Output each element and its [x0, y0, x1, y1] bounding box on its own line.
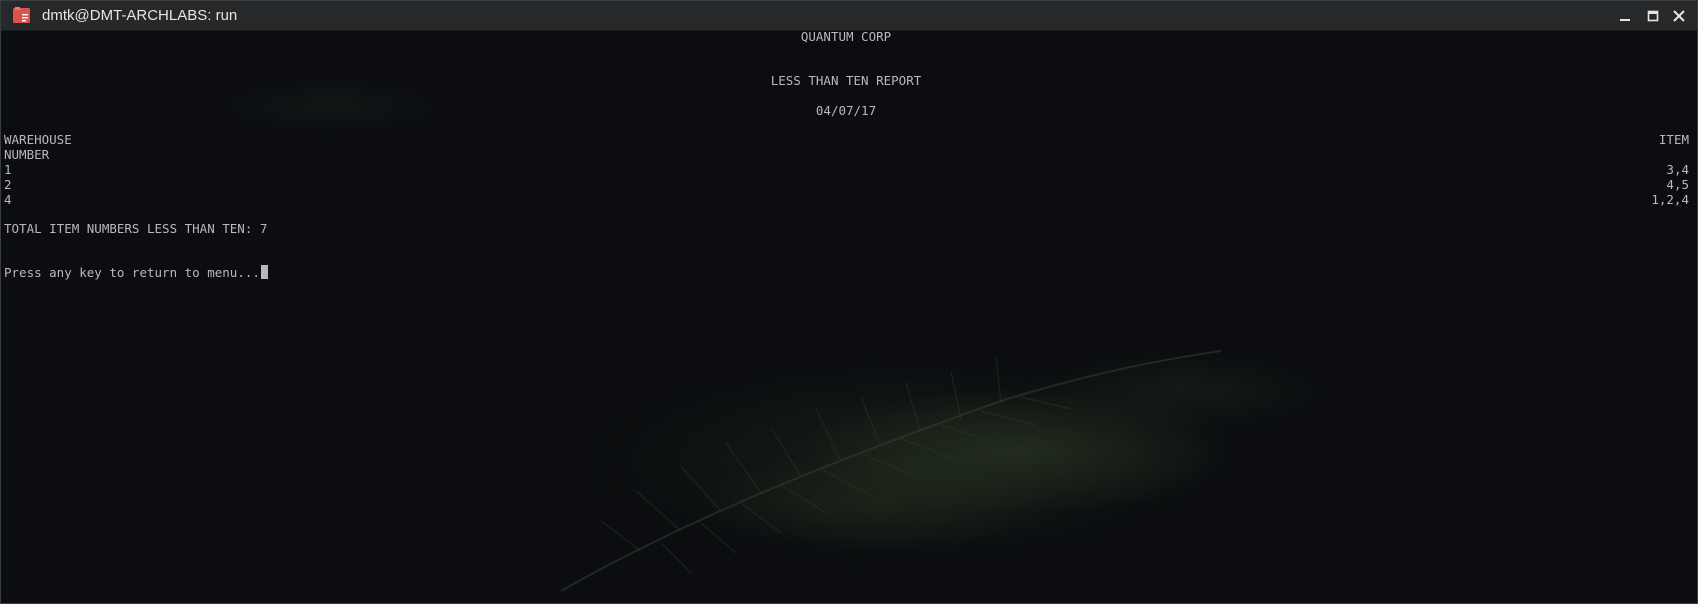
report-title: LESS THAN TEN REPORT [770, 73, 922, 88]
prompt-line: Press any key to return to menu... [4, 265, 268, 281]
item-list: 3,4 [1666, 162, 1689, 177]
terminal-app-icon [13, 7, 31, 24]
terminal-window: dmtk@DMT-ARCHLABS: run QUANTUM CORP LESS… [0, 0, 1698, 604]
minimize-icon[interactable] [1616, 7, 1634, 25]
window-title: dmtk@DMT-ARCHLABS: run [42, 7, 238, 24]
item-header: ITEM [1658, 132, 1689, 147]
item-list: 4,5 [1666, 177, 1689, 192]
return-prompt: Press any key to return to menu... [4, 265, 260, 280]
warehouse-number: 4 [4, 192, 12, 207]
warehouse-header: WAREHOUSE [4, 132, 72, 147]
terminal-output[interactable]: QUANTUM CORP LESS THAN TEN REPORT 04/07/… [1, 31, 1697, 603]
warehouse-number: 2 [4, 177, 12, 192]
close-icon[interactable] [1670, 7, 1688, 25]
maximize-icon[interactable] [1644, 7, 1662, 25]
report-company: QUANTUM CORP [800, 31, 892, 44]
item-list: 1,2,4 [1651, 192, 1689, 207]
warehouse-number: 1 [4, 162, 12, 177]
report-date: 04/07/17 [815, 103, 877, 118]
title-bar[interactable]: dmtk@DMT-ARCHLABS: run [1, 1, 1697, 31]
text-cursor [260, 265, 268, 279]
number-header: NUMBER [4, 147, 50, 162]
total-line: TOTAL ITEM NUMBERS LESS THAN TEN: 7 [4, 221, 268, 236]
